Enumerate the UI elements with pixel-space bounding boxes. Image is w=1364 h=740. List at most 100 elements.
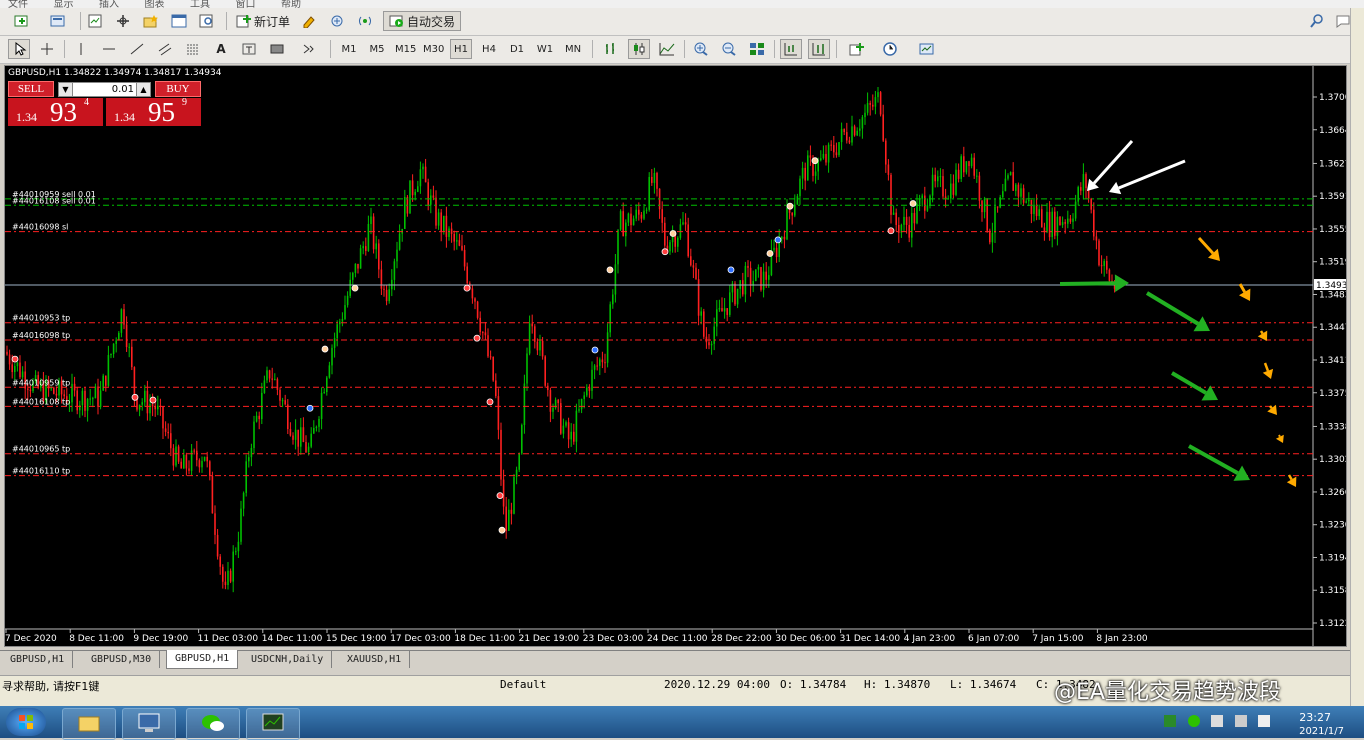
candle-body — [632, 218, 635, 226]
timeframe-h4[interactable]: H4 — [478, 39, 500, 59]
indicators-button[interactable] — [842, 39, 872, 59]
network-icon[interactable] — [1164, 715, 1176, 727]
candlestick-button[interactable] — [628, 39, 650, 59]
navigator-button[interactable] — [140, 11, 162, 31]
strategy-tester-button[interactable] — [196, 11, 218, 31]
bar-chart-button[interactable] — [600, 39, 622, 59]
fibonacci-button[interactable] — [182, 39, 204, 59]
lot-spin-icon[interactable]: ▲ — [136, 83, 150, 96]
templates-button[interactable] — [912, 39, 942, 59]
candle-body — [362, 246, 364, 249]
candle-body — [495, 380, 497, 397]
taskbar-terminal[interactable] — [246, 708, 300, 740]
timeframe-m1[interactable]: M1 — [338, 39, 360, 59]
clock-date[interactable]: 2021/1/7 — [1299, 726, 1344, 737]
auto-trading-button[interactable]: 自动交易 — [383, 11, 461, 31]
windows-logo-icon — [19, 715, 33, 729]
metaeditor-button[interactable] — [298, 11, 320, 31]
timeframe-m5[interactable]: M5 — [366, 39, 388, 59]
tab-gbpusd-m30[interactable]: GBPUSD,M30 — [83, 651, 161, 668]
periods-button[interactable] — [876, 39, 906, 59]
candle-body — [489, 356, 492, 358]
zoom-out-button[interactable] — [718, 39, 740, 59]
tab-gbpusd-h1-a[interactable]: GBPUSD,H1 — [2, 651, 74, 668]
autoscroll-button[interactable] — [780, 39, 802, 59]
orange-arrow-shaft — [1278, 434, 1281, 438]
new-chart-button[interactable] — [6, 11, 38, 31]
search-button[interactable] — [1306, 11, 1328, 31]
equidistant-channel-button[interactable] — [154, 39, 176, 59]
arrows-dropdown-button[interactable] — [294, 39, 324, 59]
zoom-in-button[interactable] — [690, 39, 712, 59]
timeframe-d1[interactable]: D1 — [506, 39, 528, 59]
monitor-icon[interactable] — [1234, 715, 1247, 727]
volume-icon[interactable] — [1258, 715, 1270, 727]
indicators-plus-icon — [849, 43, 864, 56]
status-profile[interactable]: Default — [500, 678, 546, 691]
vertical-line-icon — [80, 43, 82, 55]
line-chart-button[interactable] — [656, 39, 678, 59]
timeframe-mn[interactable]: MN — [562, 39, 584, 59]
candle-body — [651, 176, 653, 183]
candle-body — [710, 343, 713, 346]
market-watch-button[interactable] — [84, 11, 106, 31]
candle-body — [331, 347, 333, 366]
cursor-tool-button[interactable] — [8, 39, 30, 59]
buy-price-big: 95 — [148, 97, 175, 127]
profiles-button[interactable] — [42, 11, 74, 31]
timeframe-w1[interactable]: W1 — [534, 39, 556, 59]
buy-button[interactable]: BUY — [155, 81, 201, 97]
text-tool-button[interactable]: A — [210, 39, 232, 59]
candle-body — [1025, 201, 1027, 203]
clock-icon — [883, 42, 897, 56]
sell-price[interactable]: 1.34 93 4 — [8, 97, 103, 126]
horizontal-line-button[interactable] — [98, 39, 120, 59]
lot-dropdown-icon[interactable]: ▼ — [59, 83, 73, 96]
candle-body — [887, 164, 890, 175]
candle-body — [398, 233, 401, 250]
signals-button[interactable] — [326, 11, 348, 31]
price-axis-label: 1.3627 — [1319, 159, 1346, 169]
lot-size-value[interactable]: 0.01 — [112, 83, 134, 96]
clipboard-icon[interactable] — [1211, 715, 1223, 727]
candle-body — [684, 222, 687, 225]
candle-body — [846, 132, 848, 141]
timeframe-m15[interactable]: M15 — [394, 39, 417, 59]
candle-body — [768, 275, 770, 280]
chart-window[interactable]: 1.3700 1.3664 1.3627 1.3591 1.3555 1.3519 1.34… — [4, 65, 1347, 647]
trendline-button[interactable] — [126, 39, 148, 59]
candle-body — [16, 362, 19, 367]
rectangle-button[interactable] — [266, 39, 288, 59]
start-button[interactable] — [6, 708, 46, 736]
candle-body — [1015, 184, 1017, 191]
tab-xauusd-h1[interactable]: XAUUSD,H1 — [339, 651, 411, 668]
text-label-button[interactable] — [238, 39, 260, 59]
taskbar-mt4[interactable] — [122, 708, 176, 740]
buy-price[interactable]: 1.34 95 9 — [106, 97, 201, 127]
price-axis-label: 1.3375 — [1319, 389, 1346, 399]
sell-button[interactable]: SELL — [8, 81, 54, 97]
wechat-tray-icon[interactable] — [1187, 715, 1200, 727]
radio-button[interactable] — [354, 11, 376, 31]
taskbar-explorer[interactable] — [62, 708, 116, 740]
tab-usdcnh-daily[interactable]: USDCNH,Daily — [243, 651, 333, 668]
timeframe-m30[interactable]: M30 — [422, 39, 445, 59]
tab-gbpusd-h1-active[interactable]: GBPUSD,H1 — [166, 650, 239, 669]
lot-size-input[interactable]: ▼ 0.01 ▲ — [58, 82, 151, 97]
taskbar-wechat[interactable] — [186, 708, 240, 740]
data-window-button[interactable] — [112, 11, 134, 31]
vertical-line-button[interactable] — [70, 39, 92, 59]
candle-body — [162, 406, 164, 429]
price-chart[interactable]: 1.3700 1.3664 1.3627 1.3591 1.3555 1.3519 1.34… — [5, 66, 1346, 646]
candle-body — [318, 418, 320, 427]
candle-body — [151, 404, 154, 407]
tile-windows-button[interactable] — [746, 39, 768, 59]
crosshair-tool-button[interactable] — [36, 39, 58, 59]
chart-shift-button[interactable] — [808, 39, 830, 59]
new-order-button[interactable]: 新订单 — [231, 11, 295, 31]
clock-time[interactable]: 23:27 — [1299, 711, 1331, 724]
vertical-scrollbar[interactable] — [1350, 8, 1364, 706]
candle-body — [21, 371, 24, 378]
timeframe-h1[interactable]: H1 — [450, 39, 472, 59]
terminal-button[interactable] — [168, 11, 190, 31]
